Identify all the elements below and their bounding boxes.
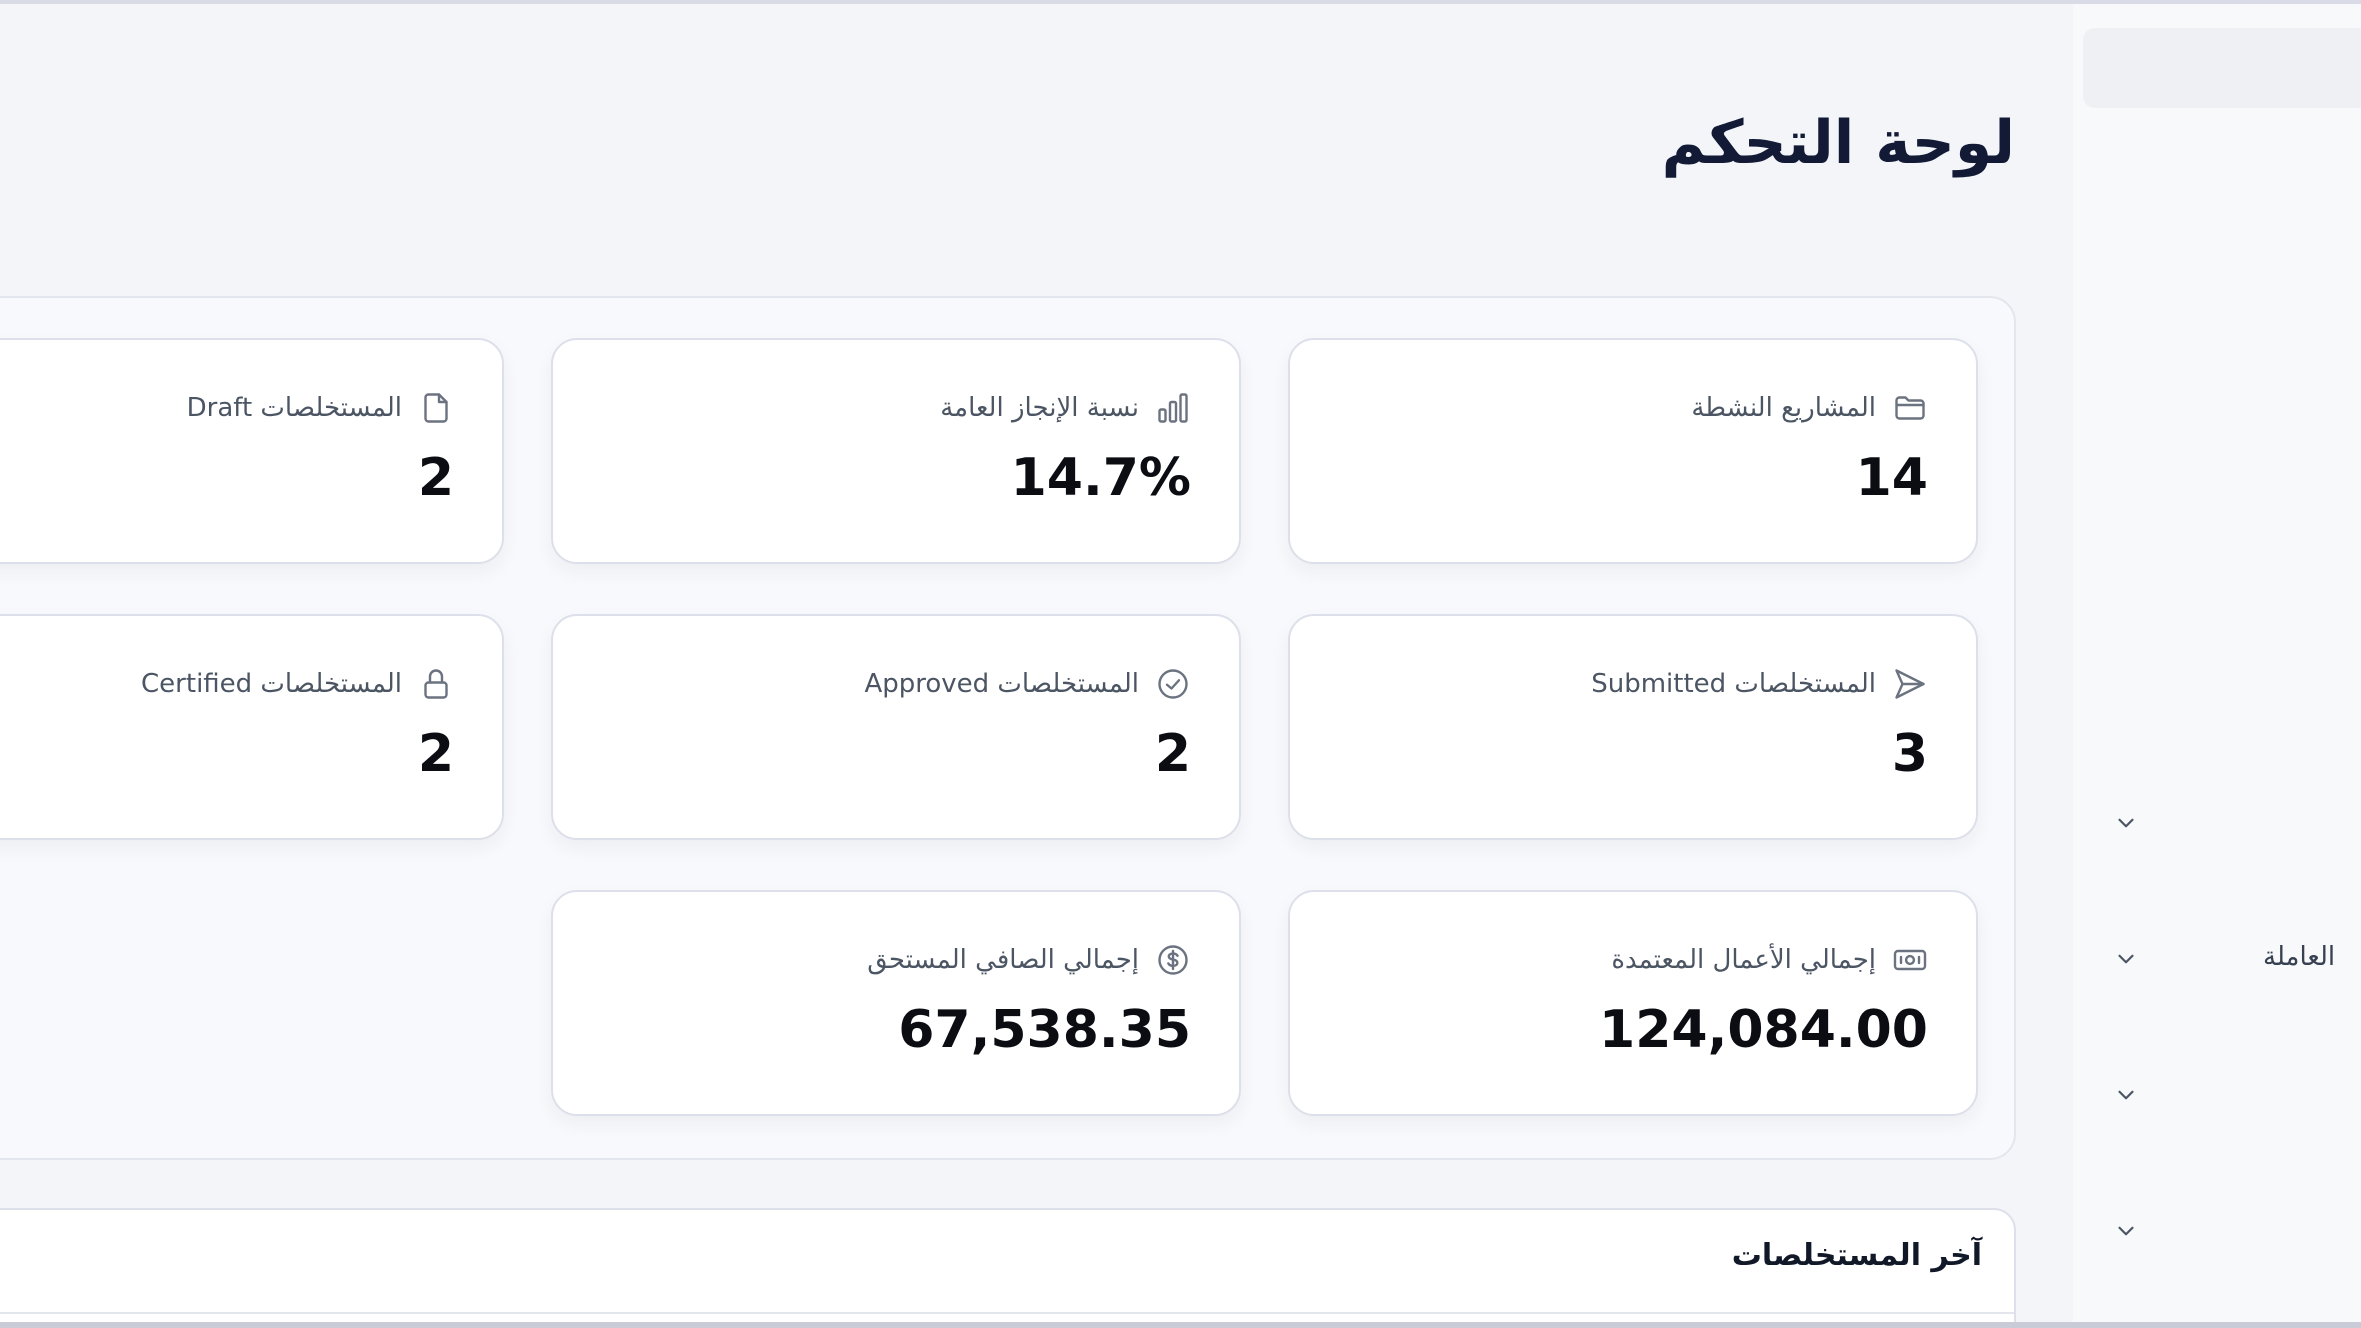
stat-card-total-net-due[interactable]: إجمالي الصافي المستحق 67,538.35 <box>551 890 1241 1116</box>
stat-card-active-projects[interactable]: المشاريع النشطة 14 <box>1288 338 1978 564</box>
stat-value: 124,084.00 <box>1599 1000 1928 1060</box>
stat-card-approved[interactable]: المستخلصات Approved 2 <box>551 614 1241 840</box>
top-border <box>0 0 2361 4</box>
bottom-border <box>0 1322 2361 1328</box>
page-title: لوحة التحكم <box>1661 108 2015 178</box>
stat-value: 2 <box>417 448 454 508</box>
stat-label: إجمالي الأعمال المعتمدة <box>1611 945 1876 975</box>
sidebar-item-3[interactable] <box>2073 1066 2361 1126</box>
stat-label: المستخلصات Submitted <box>1591 669 1876 699</box>
document-icon <box>418 390 454 426</box>
folder-icon <box>1892 390 1928 426</box>
latest-extracts-title: آخر المستخلصات <box>1731 1238 1982 1273</box>
chevron-down-icon <box>2113 1218 2139 1244</box>
stats-panel: المشاريع النشطة 14 نسبة الإنجاز العامة 1… <box>0 296 2016 1160</box>
stat-value: 67,538.35 <box>898 1000 1191 1060</box>
sidebar-item-4[interactable] <box>2073 1202 2361 1262</box>
stat-label: المستخلصات Draft <box>186 393 402 423</box>
stat-card-draft[interactable]: المستخلصات Draft 2 <box>0 338 504 564</box>
divider <box>0 1312 2014 1314</box>
stat-label: المستخلصات Approved <box>864 669 1139 699</box>
sidebar-item-2[interactable]: العاملة <box>2073 930 2361 990</box>
bar-chart-icon <box>1155 390 1191 426</box>
send-icon <box>1892 666 1928 702</box>
stat-label: المشاريع النشطة <box>1691 393 1876 423</box>
stat-value: 3 <box>1891 724 1928 784</box>
stat-label: نسبة الإنجاز العامة <box>940 393 1139 423</box>
stat-card-total-approved-works[interactable]: إجمالي الأعمال المعتمدة 124,084.00 <box>1288 890 1978 1116</box>
sidebar: العاملة <box>2073 4 2361 1322</box>
latest-extracts-panel: آخر المستخلصات <box>0 1208 2016 1328</box>
stat-value: 2 <box>1154 724 1191 784</box>
stat-card-completion-rate[interactable]: نسبة الإنجاز العامة 14.7% <box>551 338 1241 564</box>
chevron-down-icon <box>2113 810 2139 836</box>
stat-value: 2 <box>417 724 454 784</box>
stat-value: 14 <box>1855 448 1928 508</box>
dashboard-page: العاملة لوحة التحكم المشاريع النشطة 14 ن… <box>0 0 2361 1328</box>
sidebar-item-1[interactable] <box>2073 794 2361 854</box>
banknote-icon <box>1892 942 1928 978</box>
sidebar-item-label: العاملة <box>2263 942 2336 972</box>
lock-icon <box>418 666 454 702</box>
stat-value: 14.7% <box>1010 448 1191 508</box>
check-circle-icon <box>1155 666 1191 702</box>
stat-card-submitted[interactable]: المستخلصات Submitted 3 <box>1288 614 1978 840</box>
chevron-down-icon <box>2113 1082 2139 1108</box>
stat-label: المستخلصات Certified <box>141 669 402 699</box>
sidebar-search-box[interactable] <box>2083 28 2361 108</box>
stat-card-certified[interactable]: المستخلصات Certified 2 <box>0 614 504 840</box>
dollar-circle-icon <box>1155 942 1191 978</box>
stat-label: إجمالي الصافي المستحق <box>867 945 1139 975</box>
chevron-down-icon <box>2113 946 2139 972</box>
